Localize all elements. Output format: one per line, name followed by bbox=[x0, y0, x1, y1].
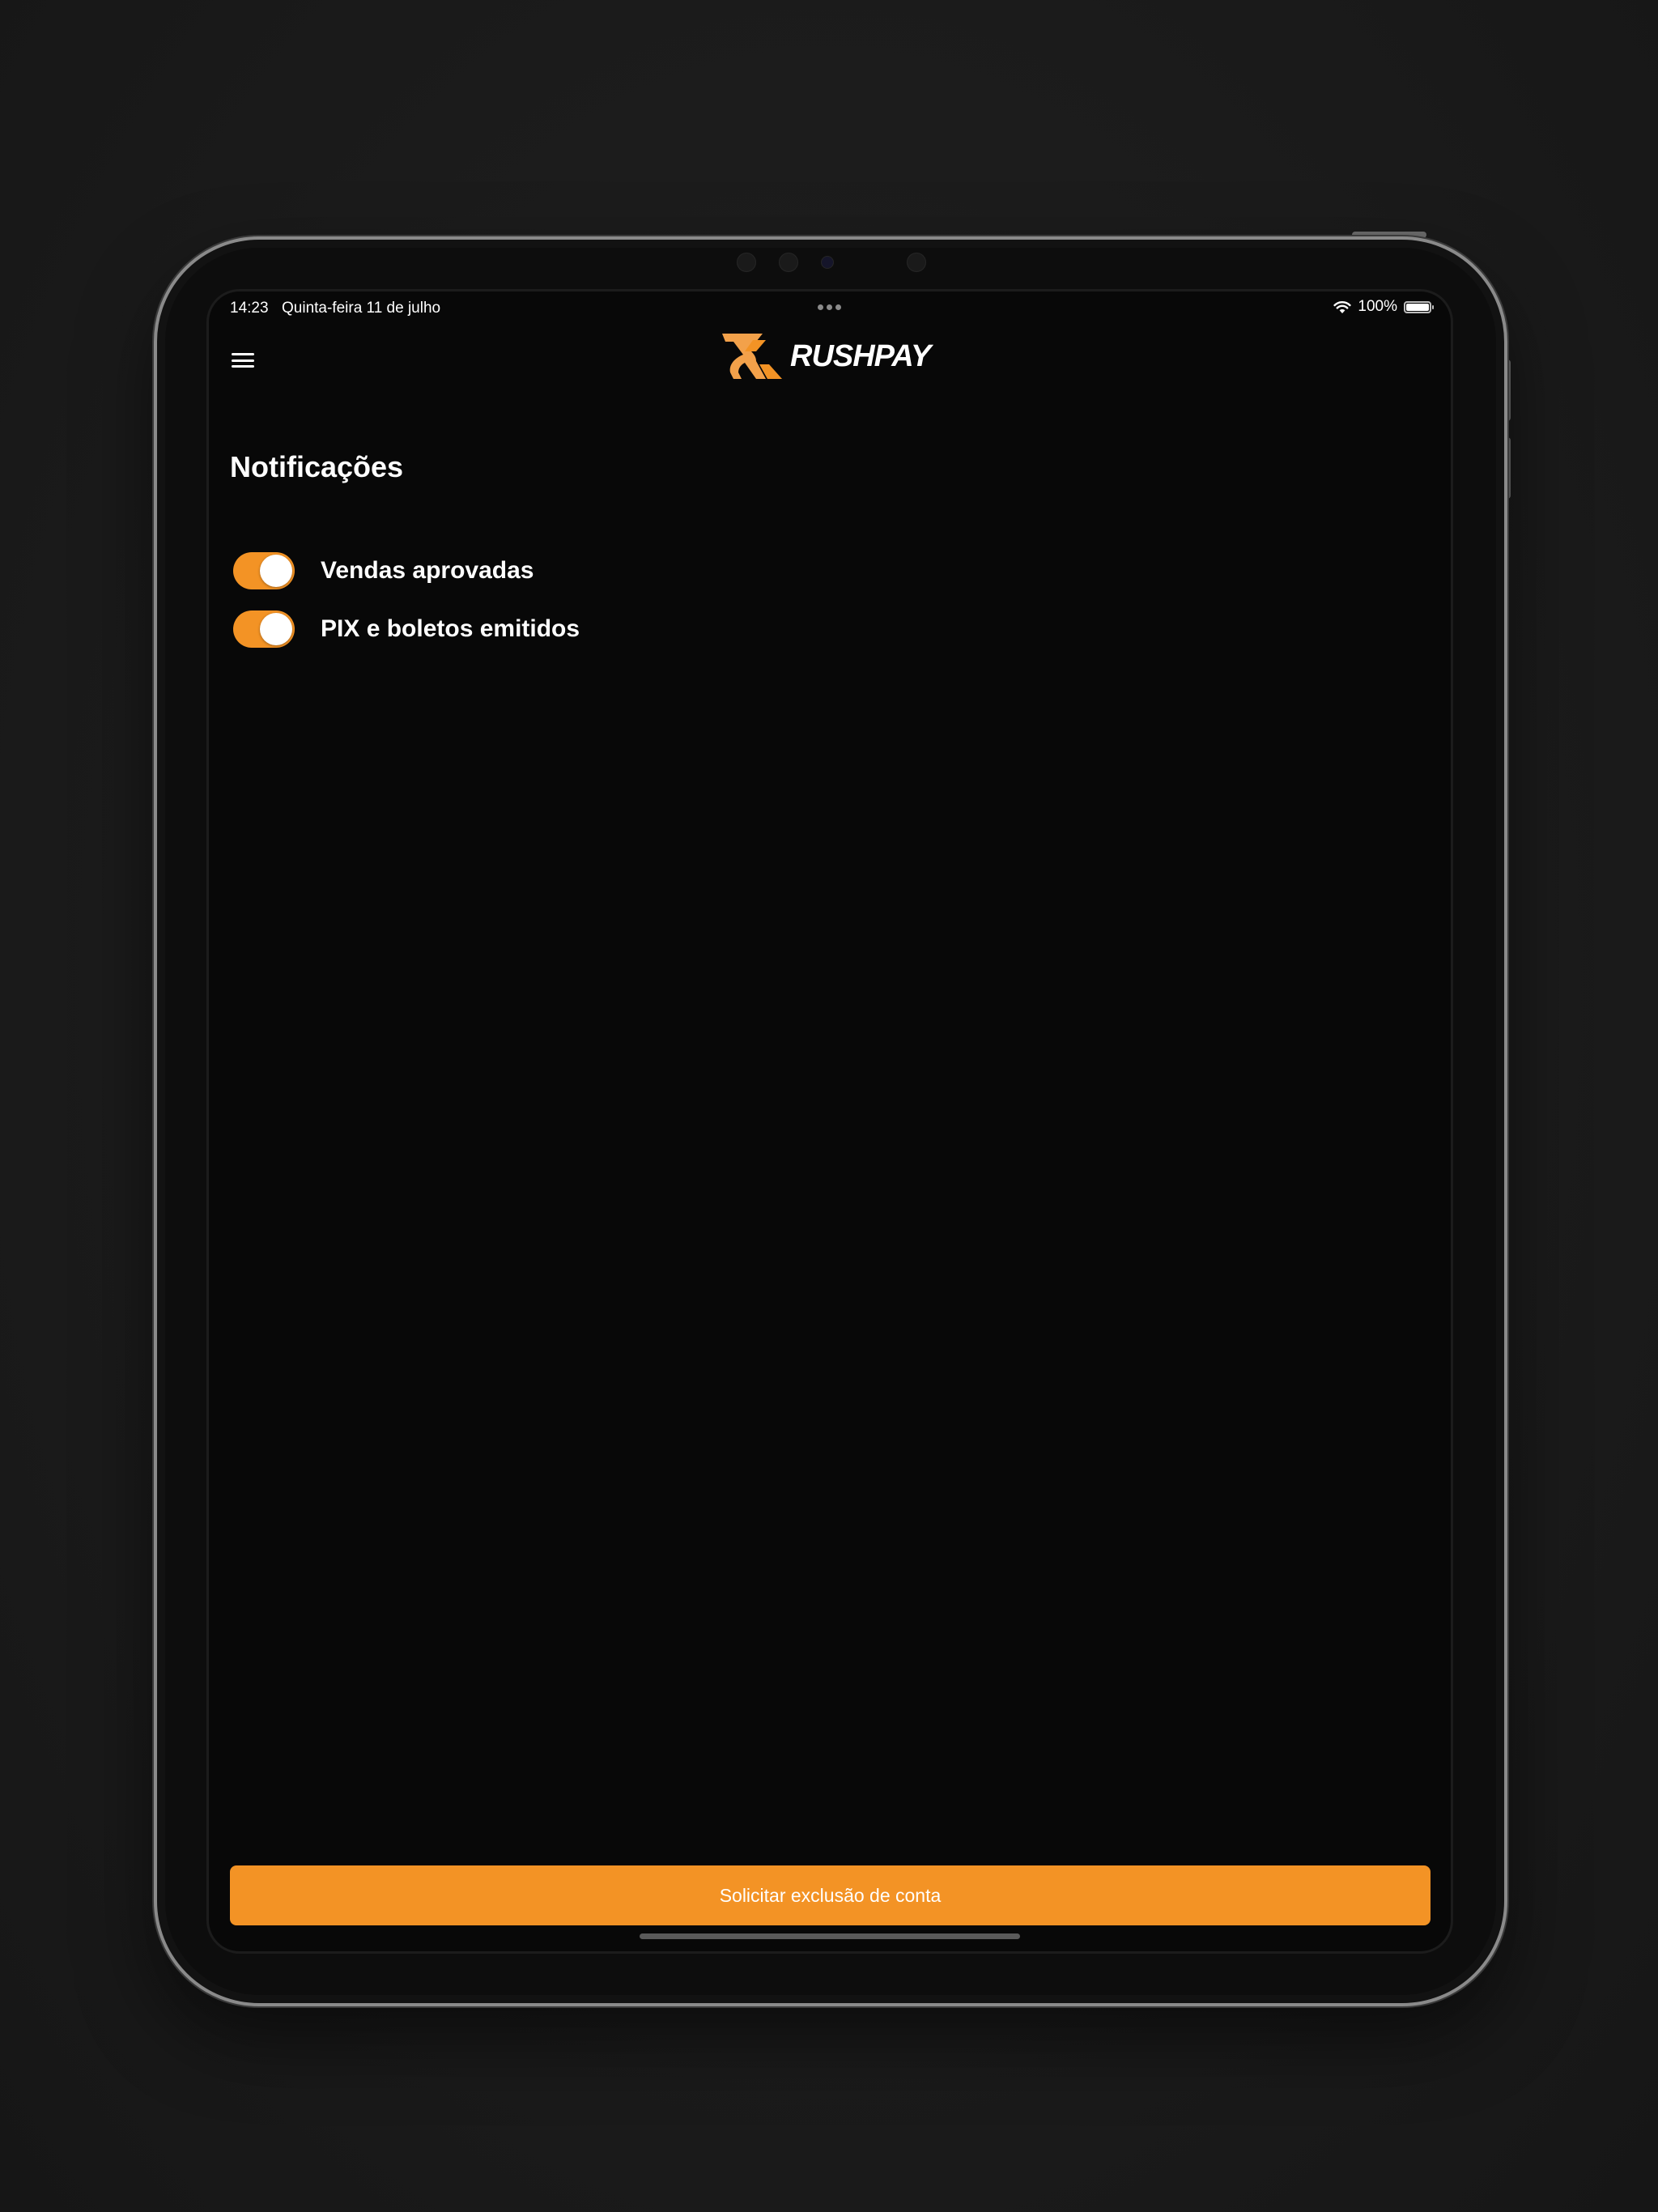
page-title: Notificações bbox=[230, 450, 404, 483]
sensor-icon bbox=[737, 253, 756, 272]
vendas-aprovadas-toggle[interactable] bbox=[233, 552, 295, 589]
toggle-knob bbox=[260, 555, 292, 587]
setting-row-vendas-aprovadas: Vendas aprovadas bbox=[233, 552, 534, 589]
camera-icon bbox=[821, 256, 834, 269]
rushpay-logo-icon bbox=[722, 334, 782, 379]
home-indicator[interactable] bbox=[640, 1933, 1020, 1939]
toggle-knob bbox=[260, 613, 292, 645]
wifi-icon bbox=[1333, 300, 1351, 313]
delete-account-button[interactable]: Solicitar exclusão de conta bbox=[230, 1865, 1431, 1925]
pix-boletos-toggle[interactable] bbox=[233, 610, 295, 648]
setting-row-pix-boletos: PIX e boletos emitidos bbox=[233, 610, 580, 648]
battery-icon bbox=[1404, 300, 1434, 313]
logo-wordmark: RUSHPAY bbox=[790, 338, 931, 373]
hamburger-menu-icon[interactable] bbox=[232, 351, 254, 369]
battery-percentage: 100% bbox=[1358, 298, 1397, 315]
app-screen: 14:23 Quinta-feira 11 de julho 100% RUSH… bbox=[209, 291, 1451, 1951]
status-date: Quinta-feira 11 de julho bbox=[282, 300, 441, 317]
status-right: 100% bbox=[1333, 298, 1434, 316]
pix-boletos-label: PIX e boletos emitidos bbox=[321, 615, 580, 642]
app-logo: RUSHPAY bbox=[721, 332, 931, 381]
sensor-icon bbox=[907, 253, 926, 272]
status-bar: 14:23 Quinta-feira 11 de julho 100% bbox=[209, 291, 1451, 327]
status-time: 14:23 bbox=[230, 300, 269, 317]
multitasking-dots-icon[interactable] bbox=[818, 304, 841, 310]
sensor-icon bbox=[779, 253, 798, 272]
vendas-aprovadas-label: Vendas aprovadas bbox=[321, 557, 534, 584]
